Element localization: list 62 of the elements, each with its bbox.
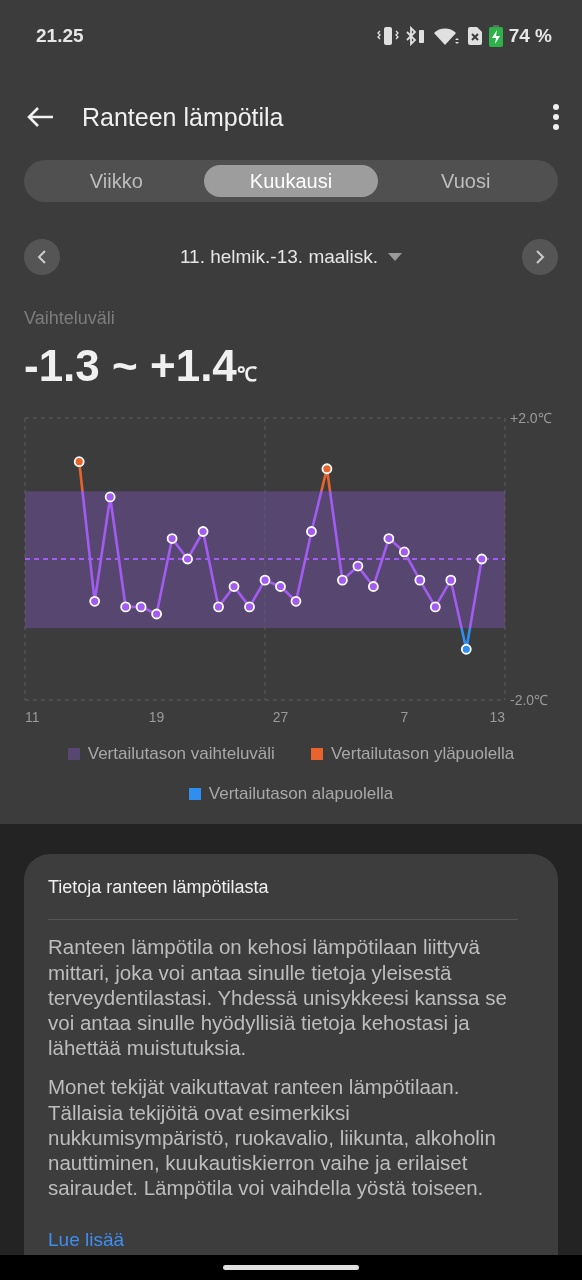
data-point bbox=[460, 644, 472, 656]
data-point bbox=[337, 575, 348, 586]
axis-label: 7 bbox=[400, 709, 409, 726]
info-paragraph: Monet tekijät vaikuttavat ranteen lämpötilaan. Tällaisia tekijöitä ovat esimerkiksi nukkumisympäristö, ruokavalio, liikunta, alkoholin nauttiminen, kuukautiskierron vaihe ja erilaiset sairaudet. Lämpötila voi vaihdella yöstä toiseen. bbox=[48, 1074, 497, 1201]
sim-icon bbox=[466, 26, 483, 47]
data-point bbox=[321, 463, 333, 475]
chevron-left-icon bbox=[37, 250, 47, 264]
status-time: 21.25 bbox=[36, 24, 84, 48]
legend-label: Vertailutason alapuolella bbox=[208, 782, 394, 805]
wifi-icon bbox=[432, 26, 461, 47]
back-arrow-icon[interactable] bbox=[26, 106, 54, 129]
bluetooth-icon bbox=[404, 26, 427, 47]
legend-label: Vertailutason vaihteluväli bbox=[87, 743, 275, 766]
data-point bbox=[151, 609, 162, 620]
chevron-right-icon bbox=[535, 250, 545, 264]
data-point bbox=[306, 526, 317, 538]
data-point bbox=[228, 581, 240, 593]
data-point bbox=[383, 533, 395, 545]
data-point bbox=[414, 575, 426, 586]
battery-percent: 74 % bbox=[508, 24, 552, 48]
vibrate-icon bbox=[376, 26, 399, 47]
period-tab[interactable]: Kuukausi bbox=[203, 165, 379, 197]
data-point bbox=[275, 581, 286, 593]
data-point bbox=[398, 546, 410, 558]
period-tab[interactable]: Viikko bbox=[29, 165, 204, 197]
range-value: -1.3 ~ +1.4℃ bbox=[24, 342, 258, 391]
period-tab[interactable]: Vuosi bbox=[378, 165, 553, 197]
axis-label: 11 bbox=[25, 709, 40, 726]
date-range[interactable]: 11. helmik.-13. maalisk. bbox=[179, 242, 379, 272]
data-point bbox=[290, 596, 302, 608]
range-label: Vaihteluväli bbox=[24, 307, 116, 330]
data-point bbox=[429, 601, 441, 613]
data-point bbox=[213, 601, 224, 613]
read-more-link[interactable]: Lue lisää bbox=[48, 1226, 125, 1255]
axis-label: +2.0℃ bbox=[510, 410, 552, 427]
more-options-icon[interactable] bbox=[552, 104, 560, 131]
data-point bbox=[259, 575, 271, 586]
axis-label: 13 bbox=[489, 709, 505, 726]
data-point bbox=[104, 491, 116, 503]
info-paragraph: Ranteen lämpötila on kehosi lämpötilaan liittyvä mittari, joka voi antaa sinulle tietoja yleisestä terveydentilastasi. Yhdessä unisykkeesi kanssa se voi antaa sinulle hyödyllisiä tietoja kehostasi ja lähettää muistutuksia. bbox=[48, 934, 508, 1061]
battery-icon bbox=[488, 25, 503, 48]
axis-label: 27 bbox=[272, 709, 289, 726]
data-point bbox=[120, 601, 132, 613]
data-point bbox=[368, 581, 379, 593]
data-point bbox=[244, 601, 255, 613]
data-point bbox=[89, 596, 101, 608]
axis-label: -2.0℃ bbox=[510, 692, 549, 709]
data-point bbox=[166, 533, 178, 545]
legend-label: Vertailutason yläpuolella bbox=[330, 743, 515, 766]
previous-button[interactable] bbox=[24, 239, 60, 275]
data-point bbox=[182, 554, 193, 565]
dropdown-caret-icon[interactable] bbox=[388, 253, 403, 261]
data-point bbox=[445, 575, 457, 586]
data-point bbox=[476, 554, 488, 565]
next-button[interactable] bbox=[522, 239, 558, 275]
data-point bbox=[135, 601, 147, 613]
axis-label: 19 bbox=[148, 709, 165, 726]
data-point bbox=[197, 526, 209, 538]
page-title: Ranteen lämpötila bbox=[82, 101, 285, 133]
data-point bbox=[352, 561, 364, 572]
data-point bbox=[73, 456, 85, 468]
card-title: Tietoja ranteen lämpötilasta bbox=[48, 874, 518, 921]
